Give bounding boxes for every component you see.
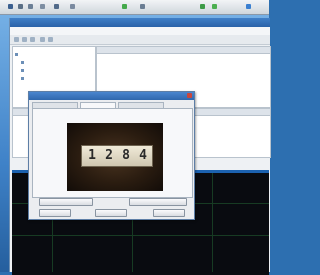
tab-content: 1 2 8 4: [32, 108, 193, 198]
plot-gridline: [212, 173, 213, 272]
toolbar-button[interactable]: [14, 37, 19, 42]
app-icon[interactable]: [212, 4, 217, 9]
app-icon[interactable]: [70, 4, 75, 9]
plate-digit: 2: [105, 148, 113, 163]
toolbar-button[interactable]: [40, 37, 45, 42]
app-icon[interactable]: [28, 4, 33, 9]
dialog-option-button[interactable]: [129, 198, 187, 206]
image-viewer-dialog: 1 2 8 4: [28, 91, 195, 220]
captured-image: 1 2 8 4: [67, 123, 163, 191]
app-icon[interactable]: [122, 4, 127, 9]
tree-node-icon[interactable]: [21, 69, 24, 72]
plate-digit: 8: [122, 148, 130, 163]
number-plate: 1 2 8 4: [81, 145, 153, 167]
dialog-option-button[interactable]: [39, 198, 93, 206]
plate-digit: 4: [139, 148, 147, 163]
grid-header: [97, 47, 270, 54]
toolbar: [10, 35, 270, 45]
window-title-bar[interactable]: [10, 18, 270, 27]
dialog-title-bar[interactable]: [29, 92, 194, 100]
apply-button[interactable]: [153, 209, 185, 217]
app-icon[interactable]: [8, 4, 13, 9]
app-icon[interactable]: [246, 4, 251, 9]
toolbar-button[interactable]: [22, 37, 27, 42]
top-taskbar: [0, 0, 269, 15]
toolbar-button[interactable]: [30, 37, 35, 42]
app-icon[interactable]: [200, 4, 205, 9]
app-icon[interactable]: [40, 4, 45, 9]
app-icon[interactable]: [18, 4, 23, 9]
tree-node-icon[interactable]: [21, 61, 24, 64]
close-icon[interactable]: [187, 93, 192, 98]
tree-node-icon[interactable]: [21, 77, 24, 80]
toolbar-button[interactable]: [48, 37, 53, 42]
app-icon[interactable]: [140, 4, 145, 9]
ok-button[interactable]: [39, 209, 71, 217]
tree-node-icon[interactable]: [15, 53, 18, 56]
plate-digit: 1: [88, 148, 96, 163]
app-icon[interactable]: [54, 4, 59, 9]
plot-gridline: [12, 235, 269, 236]
cancel-button[interactable]: [95, 209, 127, 217]
